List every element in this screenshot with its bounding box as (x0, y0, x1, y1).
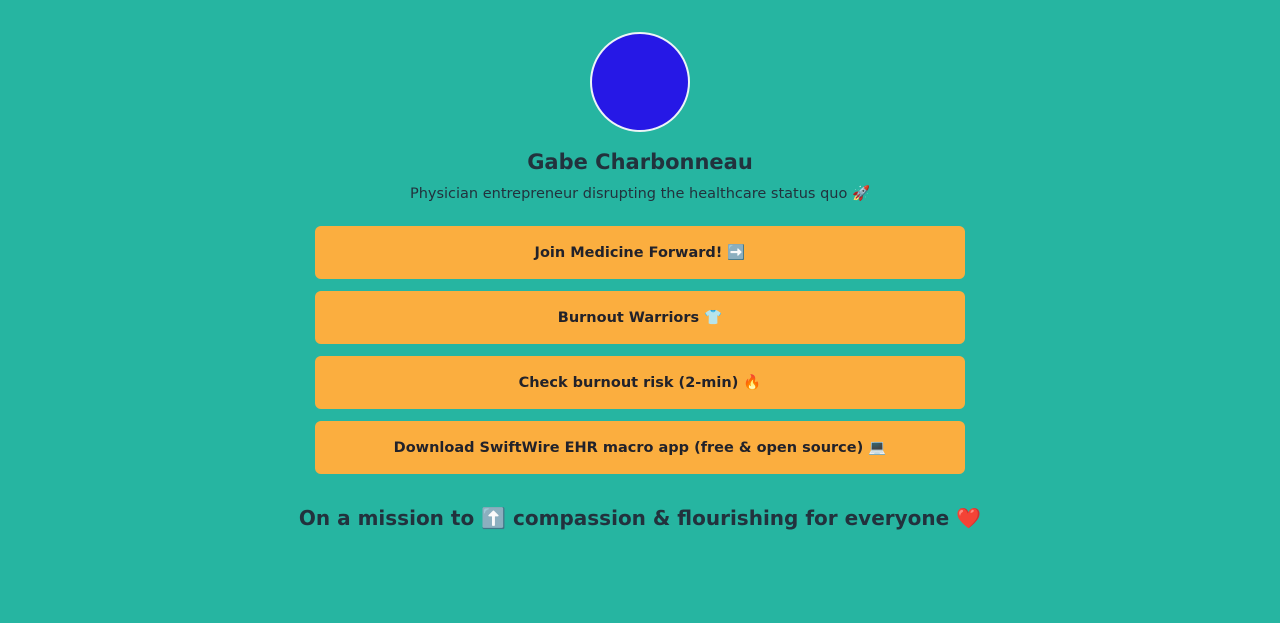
arrow-right-icon: ➡️ (727, 245, 746, 261)
mission-prefix: On a mission to (298, 506, 475, 530)
link-button-check-burnout-risk[interactable]: Check burnout risk (2-min) 🔥 (315, 356, 965, 409)
shirt-icon: 👕 (704, 310, 723, 326)
link-button-burnout-warriors[interactable]: Burnout Warriors 👕 (315, 291, 965, 344)
profile-page: Gabe Charbonneau Physician entrepreneur … (0, 0, 1280, 623)
fire-icon: 🔥 (743, 375, 762, 391)
link-list: Join Medicine Forward! ➡️ Burnout Warrio… (315, 226, 965, 486)
laptop-icon: 💻 (868, 440, 887, 456)
avatar (590, 32, 690, 132)
profile-name: Gabe Charbonneau (527, 150, 753, 174)
mission-suffix: compassion & flourishing for everyone (513, 506, 950, 530)
heart-icon: ❤️ (956, 506, 982, 530)
link-label: Check burnout risk (2-min) (518, 374, 739, 391)
up-arrow-icon: ⬆️ (481, 506, 507, 530)
link-button-join-medicine-forward[interactable]: Join Medicine Forward! ➡️ (315, 226, 965, 279)
link-button-download-swiftwire[interactable]: Download SwiftWire EHR macro app (free &… (315, 421, 965, 474)
profile-bio: Physician entrepreneur disrupting the he… (409, 186, 871, 202)
link-label: Burnout Warriors (557, 309, 700, 326)
mission-statement: On a mission to ⬆️ compassion & flourish… (0, 503, 1280, 533)
link-label: Join Medicine Forward! (534, 244, 723, 261)
link-label: Download SwiftWire EHR macro app (free &… (393, 439, 864, 456)
